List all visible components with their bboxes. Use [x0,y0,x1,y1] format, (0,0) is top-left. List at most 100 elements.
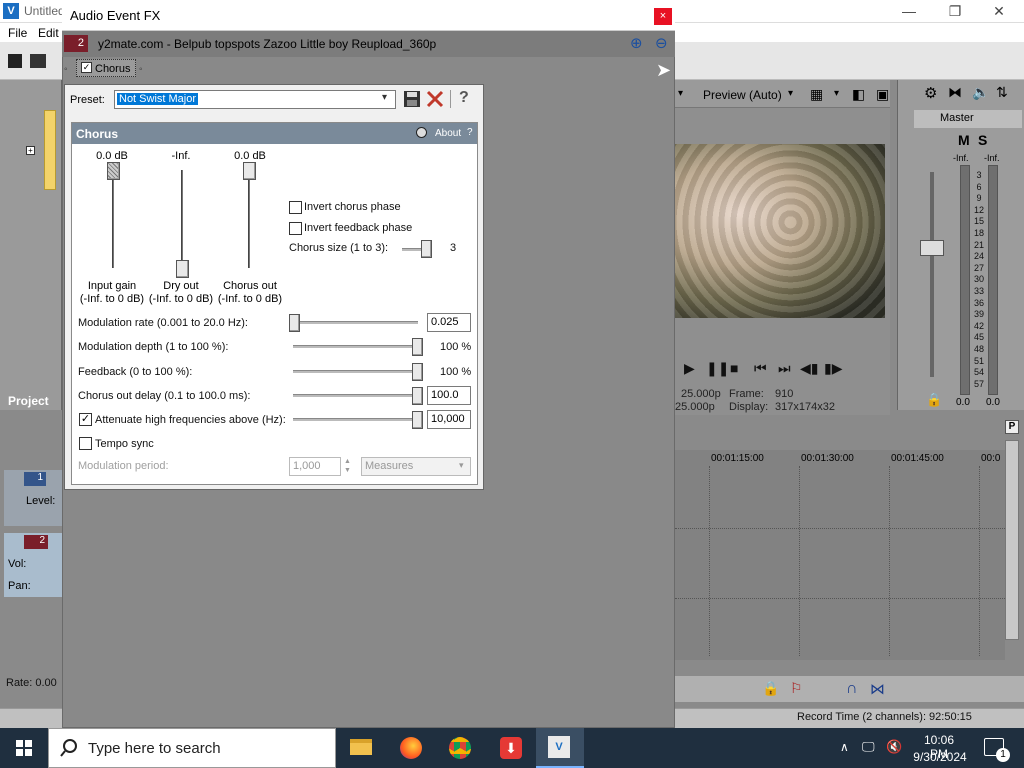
auto-crossfade-icon[interactable]: ⋈ [870,680,885,698]
modulation-rate-input[interactable]: 0.025 [427,313,471,332]
prev-frame-icon[interactable]: ⏮ [754,360,767,377]
play-icon[interactable]: ▶ [684,360,695,377]
invert-chorus-phase-checkbox[interactable] [289,201,302,214]
meter-scale-tick: 9 [976,193,982,204]
clock-date[interactable]: 9/30/2024 [912,750,968,764]
bypass-icon[interactable] [416,127,427,138]
feedback-slider[interactable] [412,363,423,381]
feedback-value: 100 % [440,366,472,378]
network-icon[interactable]: 🖵 [862,739,875,755]
chorus-out-delay-slider[interactable] [412,387,423,405]
dry-out-fader[interactable] [176,260,189,278]
tab-chorus[interactable]: ✓ Chorus [76,59,136,77]
chrome-icon[interactable] [441,733,477,763]
invert-feedback-phase-checkbox[interactable] [289,222,302,235]
chorus-size-slider[interactable] [421,240,432,258]
modulation-period-spinner[interactable]: ▲ ▼ [344,457,351,475]
lock-icon[interactable]: 🔒 [926,392,942,408]
delete-preset-icon[interactable] [426,90,444,108]
next-frame-icon[interactable]: ⏭ [778,360,791,377]
track-number-2: 2 [24,535,48,549]
pin-icon[interactable]: P [1005,420,1019,434]
modulation-depth-slider[interactable] [412,338,423,356]
firefox-icon[interactable] [392,733,428,763]
lock-envelope-icon[interactable]: 🔒 [762,680,779,697]
track2-vol-label: Vol: [8,558,27,570]
help-icon[interactable]: ? [459,89,469,107]
tempo-sync-checkbox[interactable] [79,437,92,450]
bus-icon[interactable]: ⧓ [948,84,962,101]
attenuate-input[interactable]: 10,000 [427,410,471,429]
chorus-size-value: 3 [450,242,457,254]
pause-icon[interactable]: ❚❚ [706,360,729,377]
dialog-close-button[interactable]: × [654,8,672,25]
mute-button[interactable]: M [958,132,970,148]
vertical-scrollbar[interactable] [1005,440,1019,640]
save-preset-icon[interactable] [403,90,421,108]
input-gain-fader[interactable] [107,162,120,180]
about-help-icon[interactable]: ? [467,127,473,138]
tray-expand-icon[interactable]: ∧ [840,740,849,754]
stop-icon[interactable]: ■ [730,360,738,376]
attenuate-slider[interactable] [412,411,423,429]
download-manager-icon[interactable]: ⬇ [492,733,528,763]
timeline [675,450,1005,660]
grid-arrow-icon[interactable]: ▾ [834,88,839,99]
step-forward-icon[interactable]: ▮▶ [824,360,842,377]
attenuate-checkbox[interactable]: ✓ [79,413,92,426]
meter-scale-tick: 24 [973,251,984,262]
modulation-period-unit-dropdown[interactable]: Measures [361,457,471,476]
unit-chevron-down-icon[interactable]: ▾ [459,460,464,471]
marker-icon[interactable]: ⚐ [790,680,803,697]
modulation-rate-slider[interactable] [289,314,300,332]
snap-icon[interactable]: ∩ [846,680,858,698]
folder-tree[interactable] [44,110,56,190]
split-view-icon[interactable]: ◧ [852,86,865,103]
chorus-out-delay-input[interactable]: 100.0 [427,386,471,405]
about-link[interactable]: About [435,128,461,139]
track-divider [675,528,1005,529]
transport-controls: ▶ ❚❚ ■ ⏮ ⏭ ◀▮ ▮▶ [680,360,870,380]
menu-file[interactable]: File [8,26,27,40]
file-explorer-icon[interactable] [344,733,380,763]
solo-button[interactable]: S [978,132,987,148]
search-icon [60,739,77,757]
menu-edit[interactable]: Edit [38,26,59,40]
step-back-icon[interactable]: ◀▮ [800,360,818,377]
chevron-down-icon[interactable]: ▾ [382,92,387,103]
tab-project[interactable]: Project [8,394,49,408]
vegas-taskbar-icon[interactable]: V [536,728,584,768]
modulation-depth-value: 100 % [440,341,472,353]
windows-start-icon[interactable] [0,728,48,768]
master-fader[interactable] [920,240,944,256]
preview-mode-dropdown[interactable]: Preview (Auto) [703,88,782,102]
modulation-rate-label: Modulation rate (0.001 to 20.0 Hz): [78,317,248,329]
timeline-gridline [979,466,980,656]
plugin-chain-icon[interactable]: ⊕ [630,34,643,52]
dropdown-icon[interactable]: ▾ [678,88,683,99]
volume-muted-icon[interactable]: 🔇 [886,739,902,755]
preset-value[interactable]: Not Swist Major [117,93,199,105]
app-close-button[interactable]: ✕ [976,1,1022,23]
chorus-enable-checkbox[interactable]: ✓ [81,62,92,73]
new-file-icon[interactable] [8,54,22,68]
meter-scale-tick: 36 [973,297,984,308]
modulation-depth-track [293,345,418,348]
speaker-icon[interactable]: 🔈 [972,84,989,101]
downmix-icon[interactable]: ⇅ [996,84,1008,101]
chorus-out-value: 0.0 dB [234,150,266,162]
overlay-icon[interactable]: ▣ [876,86,889,103]
chorus-size-label: Chorus size (1 to 3): [289,242,389,254]
settings-icon[interactable]: ⚙ [924,84,937,102]
chorus-out-fader[interactable] [243,162,256,180]
preview-mode-arrow-icon[interactable]: ▾ [788,88,793,99]
timeline-gridline [889,466,890,656]
maximize-button[interactable]: ❐ [932,1,978,23]
modulation-period-input[interactable]: 1,000 [289,457,341,476]
remove-plugin-icon[interactable]: ⊖ [655,34,668,52]
meter-right-peak: -Inf. [984,153,1000,163]
open-folder-icon[interactable] [30,54,46,68]
expand-icon[interactable]: + [26,146,35,155]
grid-icon[interactable]: ▦ [810,86,823,103]
minimize-button[interactable]: — [886,1,932,23]
